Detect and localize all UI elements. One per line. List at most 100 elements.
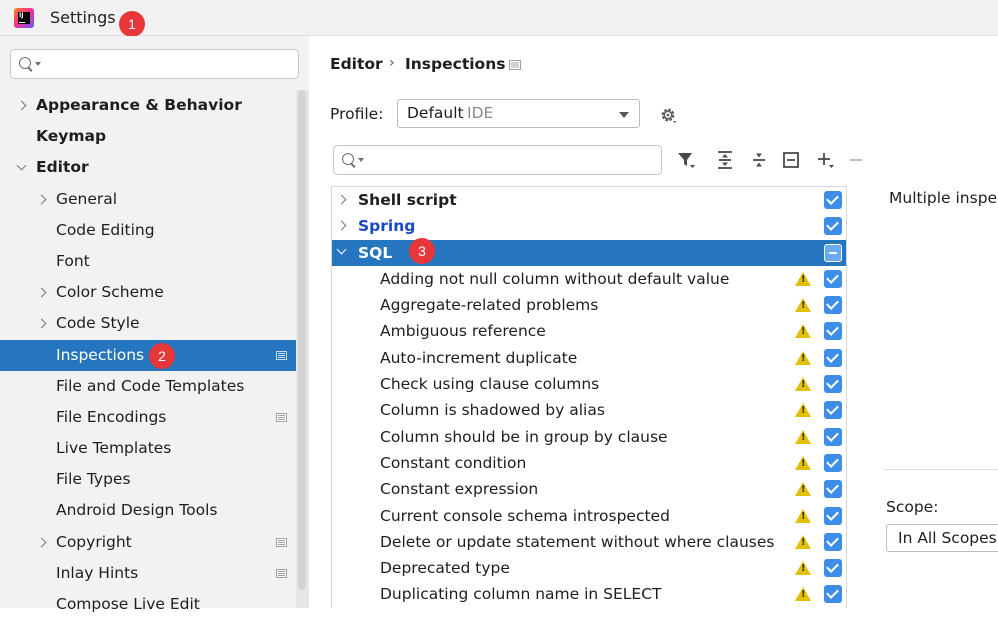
step-badge-2: 2 [149,343,175,369]
inspection-item[interactable]: Column is shadowed by alias [332,397,846,423]
profile-select[interactable]: Default IDE [397,99,640,128]
inspection-item[interactable]: Delete or update statement without where… [332,529,846,555]
sidebar-item-code-editing[interactable]: Code Editing [0,215,309,246]
chevron-right-icon[interactable] [36,287,47,298]
expand-all-icon[interactable] [715,150,735,170]
inspection-label: Check using clause columns [380,375,600,394]
search-options-icon[interactable] [358,158,364,162]
inspection-item[interactable]: Constant expression [332,476,846,502]
sidebar-item-label: Live Templates [56,439,172,458]
inspection-checkbox[interactable] [824,453,842,472]
inspection-checkbox[interactable] [824,532,842,551]
collapse-all-icon[interactable] [749,150,769,170]
inspection-label: Spring [358,217,416,236]
inspection-item[interactable]: Auto-increment duplicate [332,345,846,371]
inspection-checkbox[interactable] [824,585,842,604]
inspection-item[interactable]: Aggregate-related problems [332,292,846,318]
sidebar-item-android-design-tools[interactable]: Android Design Tools [0,495,309,526]
sidebar-item-label: Color Scheme [56,283,164,302]
chevron-down-icon[interactable] [16,160,27,171]
sidebar-item-general[interactable]: General [0,184,309,215]
chevron-down-icon[interactable] [336,244,347,255]
sidebar-item-copyright[interactable]: Copyright [0,527,309,558]
inspection-label: Deprecated type [380,559,510,578]
sidebar-item-keymap[interactable]: Keymap [0,121,309,152]
inspection-label: SQL [358,243,393,262]
inspection-description: Multiple inspec [889,189,998,207]
warning-icon [795,534,811,549]
inspection-label: Duplicating column name in SELECT [380,585,662,604]
reset-icon[interactable] [781,150,801,170]
sidebar-scroll-thumb[interactable] [298,90,306,590]
warning-icon [795,455,811,470]
sidebar-item-label: Copyright [56,532,132,551]
inspection-checkbox[interactable] [824,375,842,394]
inspection-item[interactable]: Constant condition [332,450,846,476]
title-bar: IJ Settings 1 [0,0,998,37]
sidebar-item-inlay-hints[interactable]: Inlay Hints [0,558,309,589]
inspection-checkbox[interactable] [824,559,842,578]
details-divider [884,469,998,470]
sidebar-item-editor[interactable]: Editor [0,152,309,183]
inspection-search-input[interactable] [333,145,662,175]
page-icon [276,412,287,422]
page-icon [509,60,521,70]
inspection-checkbox[interactable] [824,269,842,288]
inspection-checkbox[interactable] [824,348,842,367]
sidebar-item-font[interactable]: Font [0,246,309,277]
inspection-checkbox[interactable] [824,506,842,525]
inspection-checkbox[interactable] [824,217,842,236]
profile-label: Profile: [330,105,384,123]
chevron-right-icon[interactable] [336,194,347,205]
step-badge-3: 3 [409,238,435,264]
search-options-icon[interactable] [35,62,41,66]
chevron-right-icon[interactable] [336,220,347,231]
sidebar-item-appearance-behavior[interactable]: Appearance & Behavior [0,90,309,121]
inspection-label: Constant expression [380,480,539,499]
sidebar-item-label: Font [56,251,90,270]
inspection-item[interactable]: Ambiguous reference [332,318,846,344]
sidebar-item-label: General [56,189,118,208]
sidebar-scrollbar[interactable] [296,90,309,608]
inspection-label: Column should be in group by clause [380,427,668,446]
inspection-item[interactable]: Adding not null column without default v… [332,266,846,292]
inspection-checkbox[interactable] [824,322,842,341]
chevron-right-icon[interactable] [36,318,47,329]
inspection-item[interactable]: Current console schema introspected [332,503,846,529]
breadcrumb-editor[interactable]: Editor [330,55,383,73]
inspection-checkbox[interactable] [824,480,842,499]
warning-icon [795,377,811,392]
sidebar-item-compose-live-edit[interactable]: Compose Live Edit [0,589,309,620]
inspection-checkbox[interactable] [824,243,842,262]
inspection-item[interactable]: Column should be in group by clause [332,424,846,450]
add-icon[interactable] [815,150,835,170]
sidebar-item-code-style[interactable]: Code Style [0,308,309,339]
settings-search-input[interactable] [10,49,299,79]
inspection-checkbox[interactable] [824,296,842,315]
search-icon [19,57,31,69]
sidebar-item-label: Inlay Hints [56,563,139,582]
sidebar-item-file-and-code-templates[interactable]: File and Code Templates [0,371,309,402]
filter-icon[interactable] [676,150,696,170]
inspection-item[interactable]: Duplicating column name in SELECT [332,581,846,607]
chevron-right-icon[interactable] [16,100,27,111]
inspection-label: Adding not null column without default v… [380,269,730,288]
inspection-group[interactable]: Spring [332,213,846,239]
chevron-right-icon[interactable] [36,194,47,205]
sidebar-item-file-types[interactable]: File Types [0,464,309,495]
sidebar-item-live-templates[interactable]: Live Templates [0,433,309,464]
chevron-right-icon[interactable] [36,537,47,548]
inspection-item[interactable]: Check using clause columns [332,371,846,397]
scope-label: Scope: [886,498,939,516]
inspection-item[interactable]: Deprecated type [332,555,846,581]
warning-icon [795,324,811,339]
inspection-group[interactable]: Shell script [332,187,846,213]
sidebar-item-color-scheme[interactable]: Color Scheme [0,277,309,308]
scope-select[interactable]: In All Scopes [886,524,998,552]
inspection-checkbox[interactable] [824,401,842,420]
inspection-label: Current console schema introspected [380,506,670,525]
gear-icon[interactable] [659,106,677,124]
inspection-checkbox[interactable] [824,191,842,209]
sidebar-item-file-encodings[interactable]: File Encodings [0,402,309,433]
inspection-checkbox[interactable] [824,427,842,446]
